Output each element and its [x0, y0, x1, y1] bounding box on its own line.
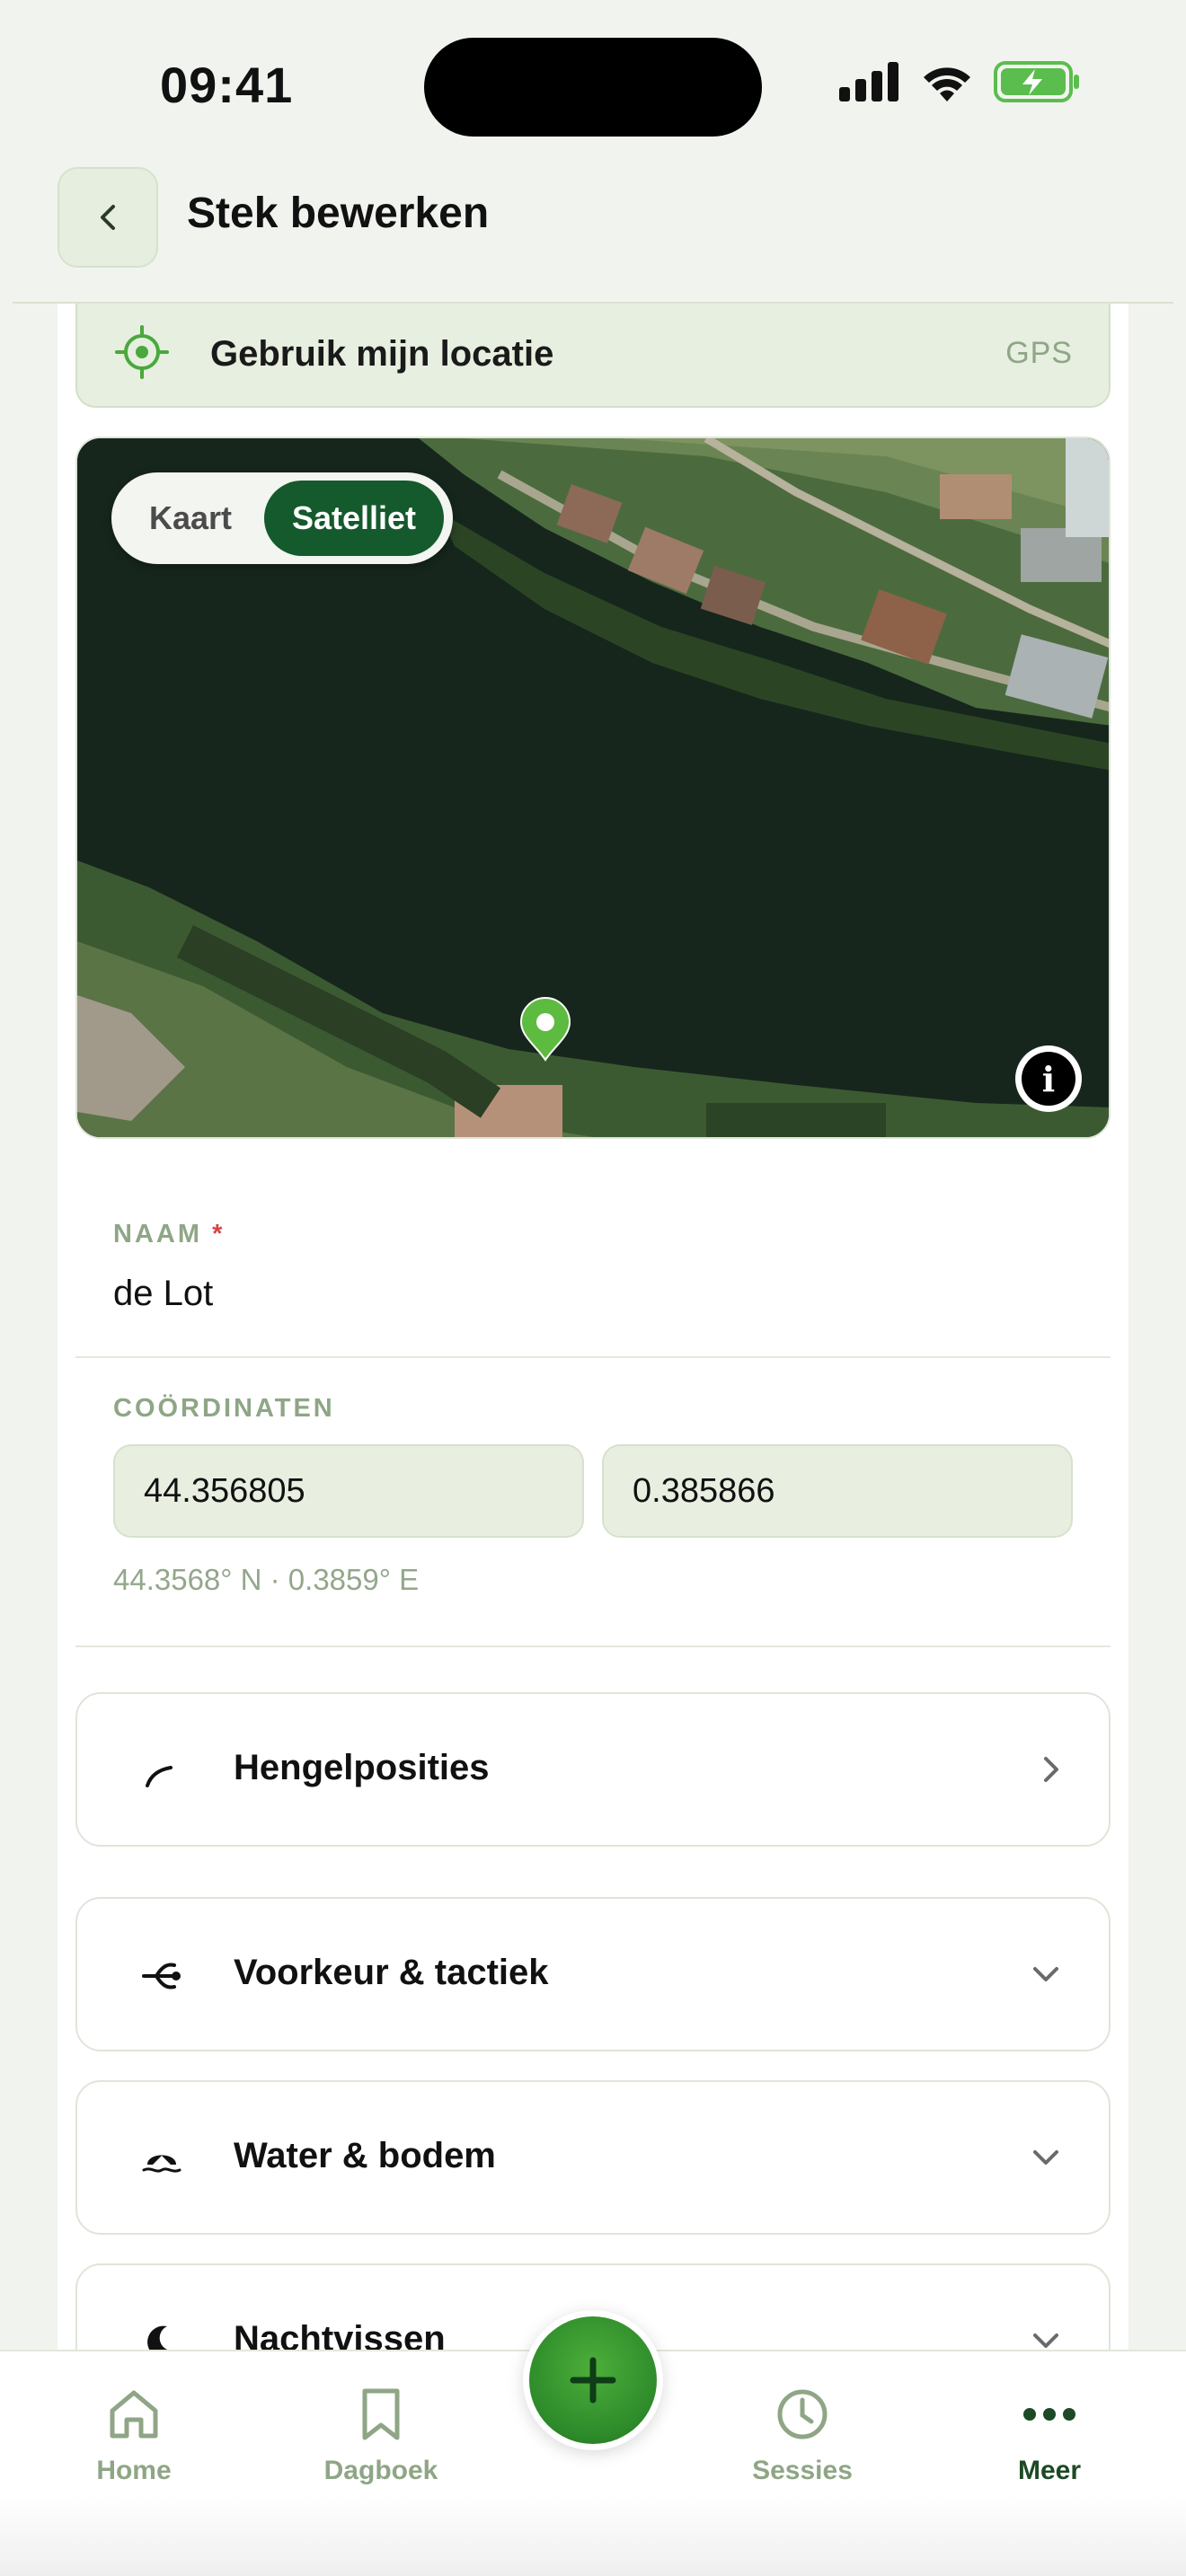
name-field[interactable]: de Lot — [113, 1274, 213, 1314]
dynamic-island — [424, 38, 762, 137]
rod-icon — [146, 1766, 173, 1787]
nav-meer-label: Meer — [1017, 2456, 1082, 2485]
section-water-bodem[interactable]: Water & bodem — [75, 2080, 1111, 2235]
longitude-input[interactable]: 0.385866 — [602, 1444, 1073, 1538]
battery-icon — [994, 61, 1079, 102]
location-pin-icon[interactable] — [519, 997, 571, 1062]
name-divider — [75, 1356, 1111, 1358]
chevron-down-icon — [1033, 2333, 1058, 2348]
nav-meer[interactable]: Meer — [960, 2386, 1139, 2486]
nav-dagboek-label: Dagboek — [323, 2456, 438, 2485]
coords-divider — [75, 1645, 1111, 1647]
info-icon: i — [1022, 1052, 1075, 1106]
bookmark-icon — [362, 2388, 400, 2440]
wifi-icon — [924, 67, 970, 101]
nav-sessies[interactable]: Sessies — [712, 2386, 892, 2486]
page-title: Stek bewerken — [187, 190, 490, 237]
section-label: Water & bodem — [234, 2136, 496, 2175]
map-type-toggle[interactable]: Kaart Satelliet — [111, 472, 453, 564]
status-time: 09:41 — [160, 57, 294, 113]
moon-icon — [147, 2325, 178, 2351]
signal-icon — [839, 62, 898, 101]
use-location-label: Gebruik mijn locatie — [210, 334, 554, 374]
nav-dagboek[interactable]: Dagboek — [291, 2386, 471, 2486]
clock-icon — [777, 2389, 828, 2439]
coords-label: COÖRDINATEN — [113, 1394, 335, 1423]
section-hengelposities[interactable]: Hengelposities — [75, 1692, 1111, 1847]
home-icon — [110, 2390, 158, 2439]
app-header: Stek bewerken — [0, 162, 1186, 304]
more-dots-icon — [1023, 2408, 1075, 2421]
coords-hint: 44.3568° N · 0.3859° E — [113, 1563, 420, 1596]
nav-home[interactable]: Home — [44, 2386, 224, 2486]
section-voorkeur-tactiek[interactable]: Voorkeur & tactiek — [75, 1897, 1111, 2051]
crosshair-icon — [115, 325, 169, 379]
use-location-button[interactable]: Gebruik mijn locatie GPS — [75, 304, 1111, 408]
toggle-satelliet[interactable]: Satelliet — [264, 481, 444, 556]
section-label: Hengelposities — [234, 1748, 490, 1787]
status-bar: 09:41 — [0, 0, 1186, 162]
nav-home-label: Home — [96, 2456, 172, 2485]
nav-sessies-label: Sessies — [752, 2456, 853, 2485]
latitude-input[interactable]: 44.356805 — [113, 1444, 584, 1538]
required-marker: * — [212, 1220, 226, 1248]
chevron-down-icon — [1033, 1967, 1058, 1981]
toggle-kaart[interactable]: Kaart — [117, 481, 264, 556]
chevron-left-icon — [101, 205, 115, 230]
section-label: Nachtvissen — [234, 2319, 446, 2351]
satellite-map[interactable]: Kaart Satelliet i — [75, 437, 1111, 1139]
back-button[interactable] — [58, 167, 158, 268]
section-label: Voorkeur & tactiek — [234, 1953, 549, 1992]
chevron-down-icon — [1033, 2150, 1058, 2165]
chevron-right-icon — [1044, 1757, 1058, 1782]
name-label: NAAM * — [113, 1220, 225, 1249]
status-icons — [839, 61, 1080, 102]
add-button-inner — [529, 2316, 657, 2444]
wind-icon — [142, 1963, 181, 1989]
home-indicator-area — [0, 2497, 1186, 2576]
gps-tag: GPS — [1005, 336, 1073, 370]
map-info-button[interactable]: i — [1015, 1045, 1082, 1112]
add-button[interactable] — [523, 2310, 663, 2450]
content-panel: Gebruik mijn locatie GPS Kaart Satelliet… — [58, 304, 1128, 2351]
name-label-text: NAAM — [113, 1220, 202, 1248]
water-icon — [142, 2155, 181, 2173]
plus-icon — [570, 2357, 616, 2404]
